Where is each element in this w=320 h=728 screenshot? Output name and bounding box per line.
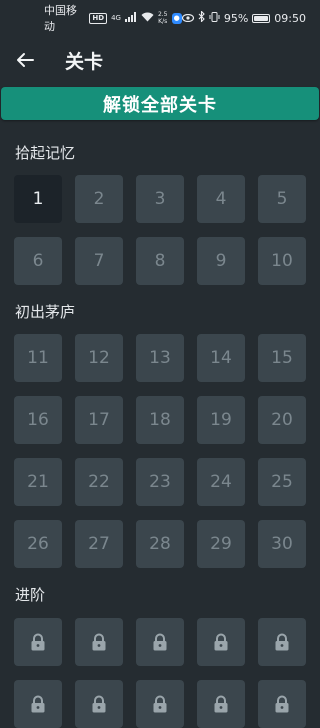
locked-level-tile[interactable] (14, 680, 62, 728)
level-grid-memories: 1 2 3 4 5 6 7 8 9 10 (14, 175, 307, 285)
battery-percent: 95% (223, 11, 249, 25)
lock-icon (91, 633, 107, 651)
level-tile-28[interactable]: 28 (136, 520, 184, 568)
shield-icon: ● (171, 12, 182, 24)
level-tile-2[interactable]: 2 (75, 175, 123, 223)
level-tile-26[interactable]: 26 (14, 520, 62, 568)
page-title: 关卡 (65, 50, 104, 73)
level-tile-8[interactable]: 8 (136, 237, 184, 285)
locked-level-tile[interactable] (136, 680, 184, 728)
eye-icon (181, 12, 194, 25)
level-tile-13[interactable]: 13 (136, 334, 184, 382)
status-bar: 中国移动 HD 4G 2.5 K/s ● 95% 09:50 (0, 0, 320, 36)
status-left: 中国移动 HD 4G 2.5 K/s ● (44, 2, 182, 34)
level-tile-16[interactable]: 16 (14, 396, 62, 444)
locked-level-tile[interactable] (136, 618, 184, 666)
level-tile-30[interactable]: 30 (258, 520, 306, 568)
level-tile-20[interactable]: 20 (258, 396, 306, 444)
level-tile-29[interactable]: 29 (197, 520, 245, 568)
locked-level-tile[interactable] (258, 618, 306, 666)
hd-badge: HD (89, 12, 108, 24)
section-title-advanced: 进阶 (15, 586, 46, 604)
level-tile-17[interactable]: 17 (75, 396, 123, 444)
level-tile-3[interactable]: 3 (136, 175, 184, 223)
lock-icon (91, 695, 107, 713)
locked-level-tile[interactable] (197, 680, 245, 728)
level-tile-27[interactable]: 27 (75, 520, 123, 568)
level-tile-14[interactable]: 14 (197, 334, 245, 382)
speed-value: 2.5 (157, 11, 168, 18)
battery-icon (252, 13, 271, 23)
level-tile-11[interactable]: 11 (14, 334, 62, 382)
level-grid-advanced (14, 618, 307, 728)
signal-icon (124, 11, 137, 25)
lock-icon (152, 695, 168, 713)
locked-level-tile[interactable] (75, 680, 123, 728)
level-tile-12[interactable]: 12 (75, 334, 123, 382)
locked-level-tile[interactable] (197, 618, 245, 666)
level-tile-5[interactable]: 5 (258, 175, 306, 223)
unlock-all-levels-button[interactable]: 解锁全部关卡 (1, 87, 319, 120)
level-tile-23[interactable]: 23 (136, 458, 184, 506)
network-type: 4G (111, 14, 121, 22)
speed-unit: K/s (158, 18, 168, 25)
level-tile-21[interactable]: 21 (14, 458, 62, 506)
carrier-label: 中国移动 (44, 4, 77, 33)
level-tile-9[interactable]: 9 (197, 237, 245, 285)
level-tile-18[interactable]: 18 (136, 396, 184, 444)
vibrate-icon (209, 11, 220, 25)
lock-icon (30, 633, 46, 651)
lock-icon (152, 633, 168, 651)
level-tile-15[interactable]: 15 (258, 334, 306, 382)
level-tile-6[interactable]: 6 (14, 237, 62, 285)
clock: 09:50 (274, 11, 306, 25)
level-tile-1[interactable]: 1 (14, 175, 62, 223)
status-right: 95% 09:50 (181, 10, 306, 25)
app-bar: 关卡 (0, 38, 320, 82)
lock-icon (30, 695, 46, 713)
section-title-memories: 拾起记忆 (15, 144, 76, 162)
bluetooth-icon (198, 10, 205, 25)
lock-icon (213, 695, 229, 713)
locked-level-tile[interactable] (75, 618, 123, 666)
level-grid-novice: 11 12 13 14 15 16 17 18 19 20 21 22 23 2… (14, 334, 307, 568)
level-tile-22[interactable]: 22 (75, 458, 123, 506)
locked-level-tile[interactable] (258, 680, 306, 728)
lock-icon (274, 633, 290, 651)
level-tile-7[interactable]: 7 (75, 237, 123, 285)
level-tile-4[interactable]: 4 (197, 175, 245, 223)
wifi-icon (141, 12, 154, 25)
lock-icon (213, 633, 229, 651)
lock-icon (274, 695, 290, 713)
network-speed: 2.5 K/s (158, 11, 168, 25)
level-tile-24[interactable]: 24 (197, 458, 245, 506)
level-tile-25[interactable]: 25 (258, 458, 306, 506)
back-arrow-icon[interactable] (13, 48, 37, 72)
level-tile-19[interactable]: 19 (197, 396, 245, 444)
section-title-novice: 初出茅庐 (15, 303, 76, 321)
level-tile-10[interactable]: 10 (258, 237, 306, 285)
locked-level-tile[interactable] (14, 618, 62, 666)
